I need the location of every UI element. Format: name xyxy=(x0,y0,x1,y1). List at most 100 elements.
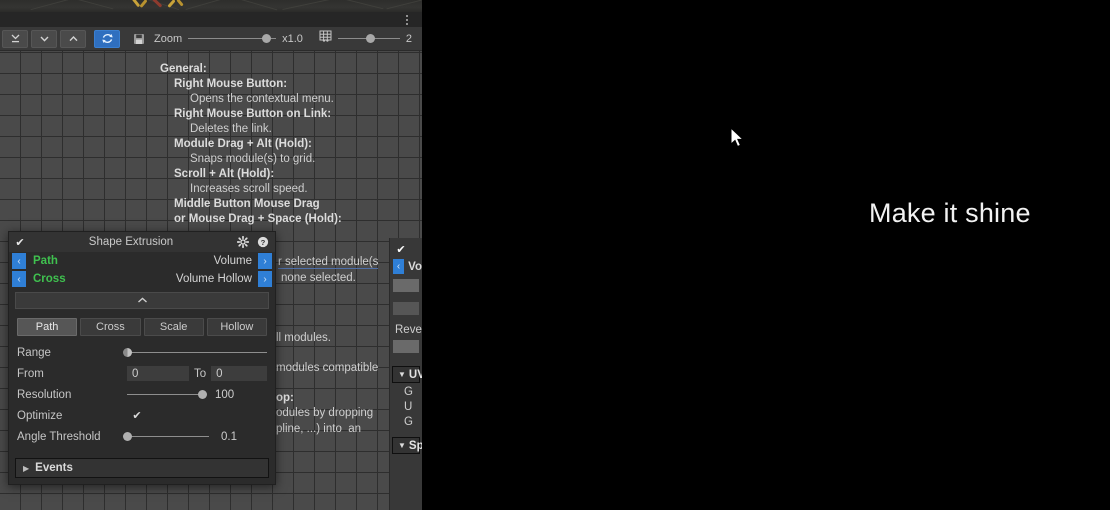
scene-viewport-strip xyxy=(0,0,422,12)
help-line: Increases scroll speed. xyxy=(190,183,308,195)
cross-next-button[interactable]: › xyxy=(258,271,272,287)
triangle-right-icon: ▶ xyxy=(23,463,30,473)
optimize-checkbox[interactable]: ✔ xyxy=(131,410,143,422)
inspector-uv-item: G xyxy=(404,416,413,428)
tab-path[interactable]: Path xyxy=(17,318,78,336)
inspector-sp-label: Sp xyxy=(408,439,422,452)
field-range: Range xyxy=(17,342,267,363)
angle-threshold-slider-handle[interactable] xyxy=(123,432,132,441)
editor-toolbar: Zoom x1.0 2 xyxy=(0,27,422,51)
inspector-uv-foldout[interactable]: ▼ UV xyxy=(392,366,422,383)
help-line-occluded: pline, ...) into an xyxy=(276,423,362,435)
chevron-up-icon xyxy=(137,297,147,303)
resolution-slider[interactable] xyxy=(127,389,207,401)
inspector-uv-item: G xyxy=(404,386,413,398)
chevron-up-icon xyxy=(68,35,78,41)
events-label: Events xyxy=(35,462,73,474)
right-dark-pane: Make it shine xyxy=(422,0,1110,510)
field-resolution: Resolution 100 xyxy=(17,384,267,405)
grid-slider-handle[interactable] xyxy=(365,34,375,43)
help-line: General: xyxy=(160,63,207,75)
inspector-nav-label: Vo xyxy=(408,260,422,273)
panel-header: ✔ Shape Extrusion ? xyxy=(9,232,275,252)
triangle-down-icon: ▼ xyxy=(398,370,406,379)
path-prev-button[interactable]: ‹ xyxy=(12,253,26,269)
tab-hollow[interactable]: Hollow xyxy=(206,318,267,336)
nav-row-cross: ‹ Cross Volume Hollow › xyxy=(9,270,275,288)
panel-enable-checkbox[interactable]: ✔ xyxy=(13,235,27,249)
zoom-slider[interactable] xyxy=(188,33,277,45)
range-slider-handle[interactable] xyxy=(123,348,132,357)
field-optimize: Optimize ✔ xyxy=(17,405,267,426)
range-slider[interactable] xyxy=(123,347,267,359)
grid-slider[interactable] xyxy=(337,33,400,45)
help-line-occluded: none selected. xyxy=(281,272,356,284)
tab-scale[interactable]: Scale xyxy=(143,318,204,336)
help-icon[interactable]: ? xyxy=(255,234,271,250)
events-foldout[interactable]: ▶ Events xyxy=(15,458,269,478)
cross-label: Cross xyxy=(33,273,66,285)
collapse-all-button[interactable] xyxy=(2,29,28,48)
resolution-slider-handle[interactable] xyxy=(198,390,207,399)
node-editor-window: Zoom x1.0 2 General: Right Mouse Button:… xyxy=(0,0,422,510)
help-line: Module Drag + Alt (Hold): xyxy=(174,138,312,150)
zoom-label: Zoom xyxy=(154,32,183,45)
refresh-button[interactable] xyxy=(94,29,120,48)
help-line: Middle Button Mouse Drag xyxy=(174,198,320,210)
help-line: Right Mouse Button: xyxy=(174,78,288,90)
resolution-value[interactable]: 100 xyxy=(211,387,267,402)
zoom-value: x1.0 xyxy=(282,32,303,45)
to-label: To xyxy=(194,367,207,380)
help-text-block: General: Right Mouse Button: Opens the c… xyxy=(0,51,422,227)
cross-prev-button[interactable]: ‹ xyxy=(12,271,26,287)
range-label: Range xyxy=(17,346,51,359)
to-input[interactable]: 0 xyxy=(211,366,267,381)
expand-down-button[interactable] xyxy=(31,29,57,48)
grid-value: 2 xyxy=(405,32,413,45)
panel-form: Range From 0 To 0 Resolution 100 Optimiz… xyxy=(9,336,275,447)
inspector-enable-checkbox[interactable]: ✔ xyxy=(394,242,408,256)
shine-text: Make it shine xyxy=(869,198,1031,228)
cross-value: Volume Hollow xyxy=(175,273,252,285)
panel-collapse-button[interactable] xyxy=(15,292,269,309)
window-title-bar xyxy=(0,12,422,27)
refresh-icon xyxy=(101,34,113,43)
help-line: or Mouse Drag + Space (Hold): xyxy=(174,213,342,225)
grid-snap-icon[interactable] xyxy=(319,30,332,48)
angle-threshold-slider[interactable] xyxy=(123,431,209,443)
kebab-menu-icon[interactable] xyxy=(401,14,413,26)
svg-text:?: ? xyxy=(261,238,266,247)
help-line: Deletes the link. xyxy=(190,123,272,135)
inspector-revert-label: Reve xyxy=(395,324,422,336)
inspector-field-bar[interactable] xyxy=(393,302,419,315)
angle-threshold-value[interactable]: 0.1 xyxy=(217,429,267,444)
help-line-occluded: ll modules. xyxy=(276,332,331,344)
help-line: Scroll + Alt (Hold): xyxy=(174,168,275,180)
collapse-up-button[interactable] xyxy=(60,29,86,48)
path-value: Volume xyxy=(213,255,252,267)
path-label: Path xyxy=(33,255,58,267)
panel-tabs: Path Cross Scale Hollow xyxy=(9,309,275,336)
gear-icon[interactable] xyxy=(235,234,251,250)
triangle-down-icon: ▼ xyxy=(398,441,406,450)
inspector-field-bar[interactable] xyxy=(393,340,419,353)
chevron-down-icon xyxy=(39,36,49,42)
help-line-occluded: op: xyxy=(276,392,294,404)
help-line: Opens the contextual menu. xyxy=(190,93,334,105)
tab-cross[interactable]: Cross xyxy=(80,318,141,336)
help-line-occluded: r selected module(s xyxy=(278,256,379,269)
inspector-sp-foldout[interactable]: ▼ Sp xyxy=(392,437,422,454)
zoom-slider-handle[interactable] xyxy=(262,34,272,43)
path-next-button[interactable]: › xyxy=(258,253,272,269)
resolution-label: Resolution xyxy=(17,388,72,401)
help-line: Snaps module(s) to grid. xyxy=(190,153,316,165)
optimize-label: Optimize xyxy=(17,409,63,422)
save-button[interactable] xyxy=(128,30,150,48)
inspector-uv-item: U xyxy=(404,401,413,413)
angle-threshold-label: Angle Threshold xyxy=(17,430,101,443)
inspector-prev-button[interactable]: ‹ xyxy=(393,259,405,274)
inspector-nav-row: ‹ Vo xyxy=(390,258,422,275)
inspector-field-bar[interactable] xyxy=(393,279,419,292)
from-input[interactable]: 0 xyxy=(127,366,189,381)
field-angle-threshold: Angle Threshold 0.1 xyxy=(17,426,267,447)
